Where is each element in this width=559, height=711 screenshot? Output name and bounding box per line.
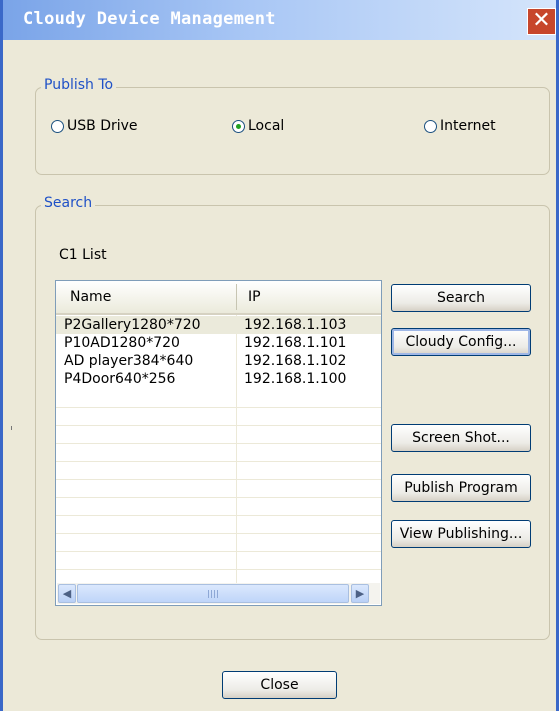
- row-ip: 192.168.1.100: [244, 371, 347, 387]
- row-gridline: [56, 407, 381, 408]
- row-name: P10AD1280*720: [64, 335, 180, 351]
- search-button[interactable]: Search: [391, 284, 531, 312]
- row-ip: 192.168.1.101: [244, 335, 347, 351]
- screen-shot-button[interactable]: Screen Shot...: [391, 424, 531, 452]
- column-divider[interactable]: [236, 284, 237, 310]
- publish-program-button[interactable]: Publish Program: [391, 474, 531, 502]
- row-ip: 192.168.1.102: [244, 353, 347, 369]
- radio-label-internet: Internet: [440, 118, 496, 134]
- scroll-left-icon[interactable]: ◀: [58, 584, 76, 603]
- table-row[interactable]: P2Gallery1280*720 192.168.1.103: [56, 316, 381, 334]
- table-row[interactable]: P10AD1280*720 192.168.1.101: [56, 334, 381, 352]
- radio-label-usb-drive: USB Drive: [67, 118, 138, 134]
- edge-mark: [11, 426, 12, 430]
- row-name: P4Door640*256: [64, 371, 176, 387]
- view-publishing-button[interactable]: View Publishing...: [391, 520, 531, 548]
- table-row[interactable]: P4Door640*256 192.168.1.100: [56, 370, 381, 388]
- row-gridline: [56, 533, 381, 534]
- title-bar[interactable]: Cloudy Device Management ✕: [3, 0, 556, 40]
- c1-device-list[interactable]: Name IP P2Gallery1280*720 192.168.1.103 …: [55, 280, 382, 606]
- window-close-button[interactable]: ✕: [527, 8, 556, 35]
- column-header-name[interactable]: Name: [70, 289, 111, 305]
- grip-icon: [208, 590, 218, 598]
- c1-list-label: C1 List: [59, 247, 107, 263]
- row-gridline: [56, 551, 381, 552]
- row-name: AD player384*640: [64, 353, 194, 369]
- horizontal-scrollbar[interactable]: ◀ ▶: [57, 583, 380, 604]
- cloudy-config-button[interactable]: Cloudy Config...: [391, 328, 531, 356]
- window-title: Cloudy Device Management: [23, 9, 276, 29]
- radio-internet[interactable]: Internet: [424, 118, 496, 134]
- radio-selected-icon[interactable]: [232, 119, 245, 133]
- publish-to-legend: Publish To: [41, 77, 117, 93]
- row-gridline: [56, 443, 381, 444]
- radio-local[interactable]: Local: [232, 118, 284, 134]
- row-gridline: [56, 479, 381, 480]
- scroll-right-icon[interactable]: ▶: [351, 584, 369, 603]
- scrollbar-thumb[interactable]: [77, 584, 349, 603]
- row-gridline: [56, 425, 381, 426]
- search-legend: Search: [41, 195, 96, 211]
- row-name: P2Gallery1280*720: [64, 317, 201, 333]
- table-row[interactable]: AD player384*640 192.168.1.102: [56, 352, 381, 370]
- radio-usb-drive[interactable]: USB Drive: [51, 118, 138, 134]
- row-gridline: [56, 461, 381, 462]
- row-gridline: [56, 497, 381, 498]
- close-button[interactable]: Close: [222, 671, 337, 699]
- column-header-ip[interactable]: IP: [248, 289, 261, 305]
- radio-label-local: Local: [248, 118, 285, 134]
- radio-circle-icon[interactable]: [51, 119, 64, 133]
- radio-circle-icon[interactable]: [424, 119, 437, 133]
- dialog-window: Cloudy Device Management ✕ Publish To US…: [0, 0, 559, 711]
- row-gridline: [56, 515, 381, 516]
- row-ip: 192.168.1.103: [244, 317, 347, 333]
- row-gridline: [56, 569, 381, 570]
- list-header: Name IP: [56, 281, 381, 315]
